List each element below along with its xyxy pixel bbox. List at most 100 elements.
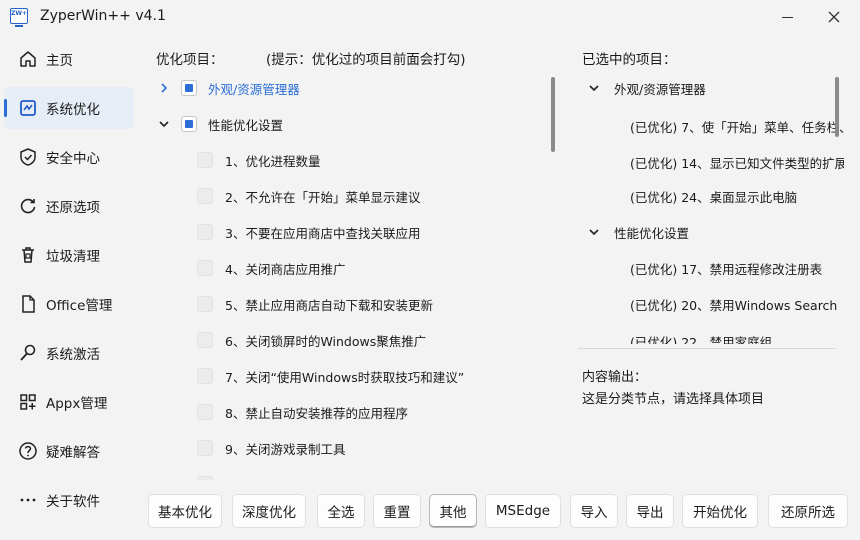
tree-item[interactable]: 6、关闭锁屏时的Windows聚焦推广	[146, 328, 546, 352]
optimize-hint-text: (提示：优化过的项目前面会打勾)	[266, 52, 466, 68]
item-checkbox[interactable]	[197, 404, 213, 420]
tree-node-label: 外观/资源管理器	[208, 81, 300, 97]
home-icon	[18, 49, 38, 69]
item-checkbox[interactable]	[197, 440, 213, 456]
key-icon	[18, 343, 38, 363]
basic-optimize-button[interactable]: 基本优化	[148, 494, 222, 528]
optimize-tree: 外观/资源管理器 性能优化设置 1、优化进程数量 2、不允许在「开始」菜单显示建…	[146, 70, 562, 480]
sidebar-item-label: 疑难解答	[46, 445, 100, 461]
chevron-right-icon[interactable]	[158, 82, 170, 94]
tree-item[interactable]: 2、不允许在「开始」菜单显示建议	[146, 184, 546, 208]
tree-node-appearance[interactable]: 外观/资源管理器	[146, 76, 546, 100]
item-checkbox[interactable]	[197, 260, 213, 276]
tree-node-performance[interactable]: 性能优化设置	[146, 112, 546, 136]
item-checkbox[interactable]	[197, 224, 213, 240]
sidebar-item-security[interactable]: 安全中心	[4, 136, 134, 178]
selected-item-label: (已优化) 14、显示已知文件类型的扩展名	[630, 155, 844, 171]
deep-optimize-button[interactable]: 深度优化	[232, 494, 306, 528]
selected-group-appearance[interactable]: 外观/资源管理器	[576, 76, 844, 100]
restore-selected-button[interactable]: 还原所选	[768, 494, 848, 528]
scrollbar-thumb[interactable]	[551, 77, 555, 152]
selected-item-label: (已优化) 22、禁用家庭组	[630, 334, 773, 345]
item-checkbox[interactable]	[197, 368, 213, 384]
optimize-items-heading: 优化项目：	[156, 52, 224, 68]
tree-item[interactable]: 9、关闭游戏录制工具	[146, 436, 546, 460]
sidebar-item-about[interactable]: 关于软件	[4, 479, 134, 521]
tree-item[interactable]: 7、关闭“使用Windows时获取技巧和建议”	[146, 364, 546, 388]
sidebar-item-troubleshoot[interactable]: 疑难解答	[4, 430, 134, 472]
sidebar-item-cleanup[interactable]: 垃圾清理	[4, 234, 134, 276]
sidebar-item-label: Appx管理	[46, 396, 108, 412]
tree-item-label: 7、关闭“使用Windows时获取技巧和建议”	[225, 369, 465, 385]
restore-icon	[18, 196, 38, 216]
selected-tree: 外观/资源管理器 (已优化) 7、使「开始」菜单、任务栏、操作中心透明 (已优化…	[576, 72, 844, 344]
sidebar-item-label: 安全中心	[46, 151, 100, 167]
item-checkbox[interactable]	[197, 332, 213, 348]
selected-item-label: (已优化) 20、禁用Windows Search	[630, 297, 838, 313]
selected-item[interactable]: (已优化) 20、禁用Windows Search	[630, 292, 837, 316]
tree-item-label: 3、不要在应用商店中查找关联应用	[225, 225, 421, 241]
apps-icon	[18, 392, 38, 412]
tree-item[interactable]: 8、禁止自动安装推荐的应用程序	[146, 400, 546, 424]
selected-item[interactable]: (已优化) 14、显示已知文件类型的扩展名	[630, 150, 844, 174]
selected-scrollbar[interactable]	[835, 77, 841, 339]
chevron-down-icon[interactable]	[588, 226, 600, 238]
sidebar-item-system-optimize[interactable]: 系统优化	[4, 87, 134, 129]
help-icon	[18, 441, 38, 461]
sidebar-item-label: 系统优化	[46, 102, 100, 118]
item-checkbox[interactable]	[197, 188, 213, 204]
window-title: ZyperWin++ v4.1	[40, 8, 166, 24]
item-checkbox[interactable]	[197, 476, 213, 480]
sidebar-item-home[interactable]: 主页	[4, 38, 134, 80]
close-button[interactable]	[819, 5, 849, 29]
selected-item-label: (已优化) 7、使「开始」菜单、任务栏、操作中心透明	[630, 119, 844, 135]
minimize-button[interactable]	[772, 5, 802, 29]
tree-item[interactable]: 5、禁止应用商店自动下载和安装更新	[146, 292, 546, 316]
start-optimize-button[interactable]: 开始优化	[682, 494, 758, 528]
export-button[interactable]: 导出	[626, 494, 674, 528]
tree-item-label: 5、禁止应用商店自动下载和安装更新	[225, 297, 433, 313]
tree-item-label: 1、优化进程数量	[225, 153, 321, 169]
item-checkbox[interactable]	[197, 152, 213, 168]
selected-item[interactable]: (已优化) 24、桌面显示此电脑	[630, 184, 797, 208]
tree-item-partial[interactable]	[146, 472, 546, 480]
msedge-button[interactable]: MSEdge	[485, 494, 561, 528]
sidebar-item-activation[interactable]: 系统激活	[4, 332, 134, 374]
selected-item-label: (已优化) 17、禁用远程修改注册表	[630, 261, 823, 277]
sidebar-item-restore[interactable]: 还原选项	[4, 185, 134, 227]
tree-node-label: 性能优化设置	[208, 117, 284, 133]
sidebar-item-label: 还原选项	[46, 200, 100, 216]
minimize-icon	[781, 16, 793, 18]
chevron-down-icon[interactable]	[588, 82, 600, 94]
sidebar-item-label: 主页	[46, 53, 73, 69]
tree-item[interactable]: 1、优化进程数量	[146, 148, 546, 172]
reset-button[interactable]: 重置	[373, 494, 421, 528]
selected-group-performance[interactable]: 性能优化设置	[576, 220, 844, 244]
tree-item-label: 9、关闭游戏录制工具	[225, 441, 346, 457]
tree-item-label: 2、不允许在「开始」菜单显示建议	[225, 189, 421, 205]
title-bar: ZW+ ZyperWin++ v4.1	[0, 0, 860, 34]
optimize-scrollbar[interactable]	[551, 77, 557, 475]
import-button[interactable]: 导入	[570, 494, 618, 528]
selected-group-label: 外观/资源管理器	[614, 81, 706, 97]
selected-item[interactable]: (已优化) 17、禁用远程修改注册表	[630, 256, 822, 280]
other-button[interactable]: 其他	[429, 494, 477, 528]
chevron-down-icon[interactable]	[158, 118, 170, 130]
item-checkbox[interactable]	[197, 296, 213, 312]
tree-checkbox[interactable]	[181, 80, 197, 96]
tree-item[interactable]: 4、关闭商店应用推广	[146, 256, 546, 280]
tree-item-label: 6、关闭锁屏时的Windows聚焦推广	[225, 333, 427, 349]
office-icon	[18, 294, 38, 314]
tree-item-label: 4、关闭商店应用推广	[225, 261, 346, 277]
sidebar-item-office[interactable]: Office管理	[4, 283, 134, 325]
sidebar-item-appx[interactable]: Appx管理	[4, 381, 134, 423]
selected-item[interactable]: (已优化) 22、禁用家庭组	[630, 329, 773, 345]
trash-icon	[18, 245, 38, 265]
output-label: 内容输出：	[582, 370, 648, 385]
tree-checkbox[interactable]	[181, 116, 197, 132]
scrollbar-thumb[interactable]	[835, 77, 839, 137]
select-all-button[interactable]: 全选	[317, 494, 365, 528]
output-text: 这是分类节点，请选择具体项目	[582, 392, 765, 407]
selected-item[interactable]: (已优化) 7、使「开始」菜单、任务栏、操作中心透明	[630, 114, 844, 138]
tree-item[interactable]: 3、不要在应用商店中查找关联应用	[146, 220, 546, 244]
